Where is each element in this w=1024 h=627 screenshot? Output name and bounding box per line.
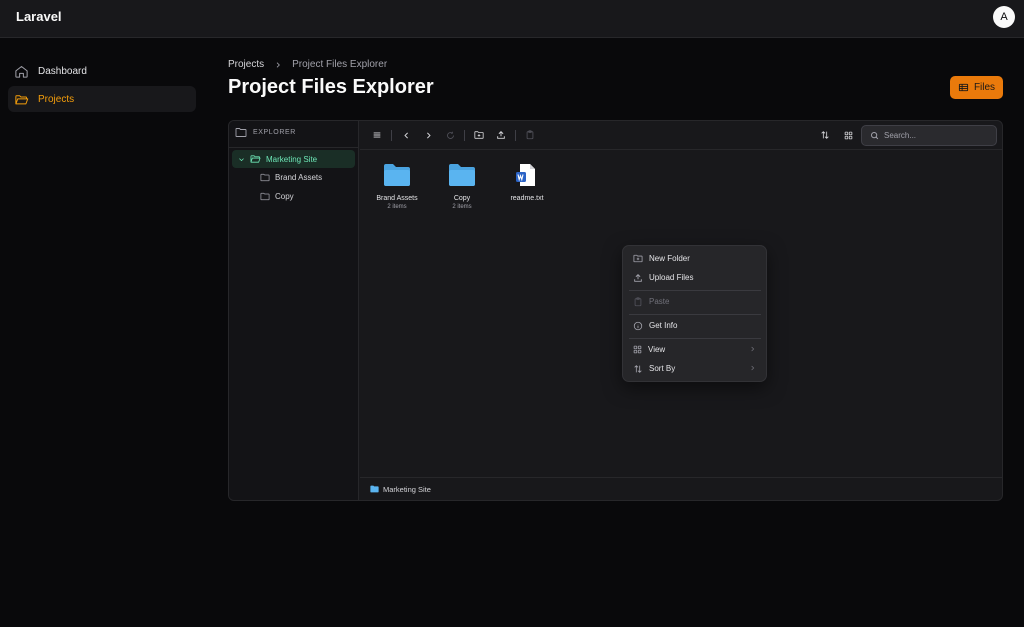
search-input[interactable] <box>884 131 984 140</box>
folder-open-icon <box>14 92 29 107</box>
menu-item-label: New Folder <box>649 254 690 263</box>
files-button-label: Files <box>973 82 996 93</box>
item-name: Copy <box>453 195 471 202</box>
top-bar: Laravel A <box>0 0 1024 38</box>
menu-item-label: View <box>648 345 666 354</box>
tree-item-label: Marketing Site <box>266 154 318 164</box>
refresh-icon <box>446 131 455 140</box>
divider <box>229 147 359 148</box>
info-icon <box>633 321 643 331</box>
folder-icon <box>383 163 411 187</box>
sort-icon <box>820 130 830 140</box>
folder-icon <box>260 173 270 182</box>
search-icon <box>870 131 879 140</box>
menu-item-new-folder[interactable]: New Folder <box>627 250 762 267</box>
tree-item-label: Copy <box>275 192 294 201</box>
status-path[interactable]: Marketing Site <box>383 485 431 494</box>
item-name: Brand Assets <box>376 195 418 202</box>
folder-icon <box>370 485 379 493</box>
item-meta: 2 items <box>387 204 407 210</box>
sidebar-item-dashboard[interactable]: Dashboard <box>8 58 196 84</box>
back-button[interactable] <box>399 128 413 142</box>
sort-icon <box>633 364 643 374</box>
tree-item-marketing-site[interactable]: Marketing Site <box>232 150 355 168</box>
menu-button[interactable] <box>370 128 384 142</box>
folder-icon <box>235 127 247 138</box>
menu-item-paste[interactable]: Paste <box>627 293 762 310</box>
user-avatar[interactable]: A <box>993 6 1015 28</box>
folder-plus-icon <box>633 254 643 263</box>
upload-icon <box>633 273 643 283</box>
paste-button[interactable] <box>523 128 537 142</box>
tree-heading: EXPLORER <box>253 129 296 136</box>
breadcrumb: Projects Project Files Explorer <box>228 59 387 70</box>
tree-item-copy[interactable]: Copy <box>260 192 294 201</box>
item-meta: 2 items <box>452 204 472 210</box>
menu-item-label: Upload Files <box>649 273 694 282</box>
view-toggle-button[interactable] <box>841 128 855 142</box>
tree-item-brand-assets[interactable]: Brand Assets <box>260 173 322 182</box>
breadcrumb-parent[interactable]: Projects <box>228 59 264 70</box>
tree-item-label: Brand Assets <box>275 173 323 182</box>
chevron-right-icon <box>749 364 756 372</box>
explorer-toolbar <box>360 121 1002 150</box>
folder-item-brand-assets[interactable]: Brand Assets 2 items <box>367 163 427 210</box>
divider <box>629 338 761 339</box>
divider <box>464 130 465 141</box>
folder-tree: EXPLORER Marketing Site Brand Assets Cop… <box>229 121 359 500</box>
divider <box>629 314 761 315</box>
sort-button[interactable] <box>818 128 832 142</box>
folder-item-copy[interactable]: Copy 2 items <box>432 163 492 210</box>
sidebar-item-label: Projects <box>38 93 75 105</box>
menu-item-upload-files[interactable]: Upload Files <box>627 269 762 286</box>
context-menu: New Folder Upload Files Paste Get Info V… <box>622 245 767 382</box>
refresh-button[interactable] <box>443 128 457 142</box>
upload-icon <box>496 130 506 140</box>
menu-item-view[interactable]: View <box>627 341 762 358</box>
sidebar-item-label: Dashboard <box>38 65 87 77</box>
chevron-down-icon <box>238 156 245 163</box>
folder-open-icon <box>250 154 261 164</box>
upload-button[interactable] <box>494 128 508 142</box>
grid-icon <box>633 345 642 354</box>
forward-button[interactable] <box>421 128 435 142</box>
chevron-right-icon <box>749 345 756 353</box>
tree-header: EXPLORER <box>235 127 296 138</box>
chevron-left-icon <box>402 131 411 140</box>
menu-item-label: Sort By <box>649 364 676 373</box>
table-icon <box>958 82 969 93</box>
search-box <box>861 125 997 146</box>
folder-icon <box>448 163 476 187</box>
menu-item-get-info[interactable]: Get Info <box>627 317 762 334</box>
home-icon <box>14 64 29 79</box>
divider <box>629 290 761 291</box>
sidebar-item-projects[interactable]: Projects <box>8 86 196 112</box>
file-explorer: EXPLORER Marketing Site Brand Assets Cop… <box>228 120 1003 501</box>
files-button[interactable]: Files <box>950 76 1003 99</box>
page-title: Project Files Explorer <box>228 76 434 98</box>
item-name: readme.txt <box>510 195 544 202</box>
brand-logo[interactable]: Laravel <box>16 9 62 24</box>
chevron-right-icon <box>424 131 433 140</box>
menu-icon <box>372 130 382 140</box>
menu-item-label: Get Info <box>649 321 678 330</box>
breadcrumb-current: Project Files Explorer <box>292 59 388 70</box>
paste-icon <box>633 296 643 307</box>
paste-icon <box>525 130 535 140</box>
divider <box>391 130 392 141</box>
word-document-icon <box>515 163 539 187</box>
chevron-right-icon <box>274 61 282 69</box>
folder-plus-icon <box>474 130 484 140</box>
status-bar: Marketing Site <box>360 477 1002 500</box>
menu-item-label: Paste <box>649 297 670 306</box>
file-item-readme[interactable]: readme.txt <box>497 163 557 202</box>
grid-icon <box>844 131 853 140</box>
folder-icon <box>260 192 270 201</box>
divider <box>515 130 516 141</box>
menu-item-sort-by[interactable]: Sort By <box>627 360 762 377</box>
new-folder-button[interactable] <box>472 128 486 142</box>
